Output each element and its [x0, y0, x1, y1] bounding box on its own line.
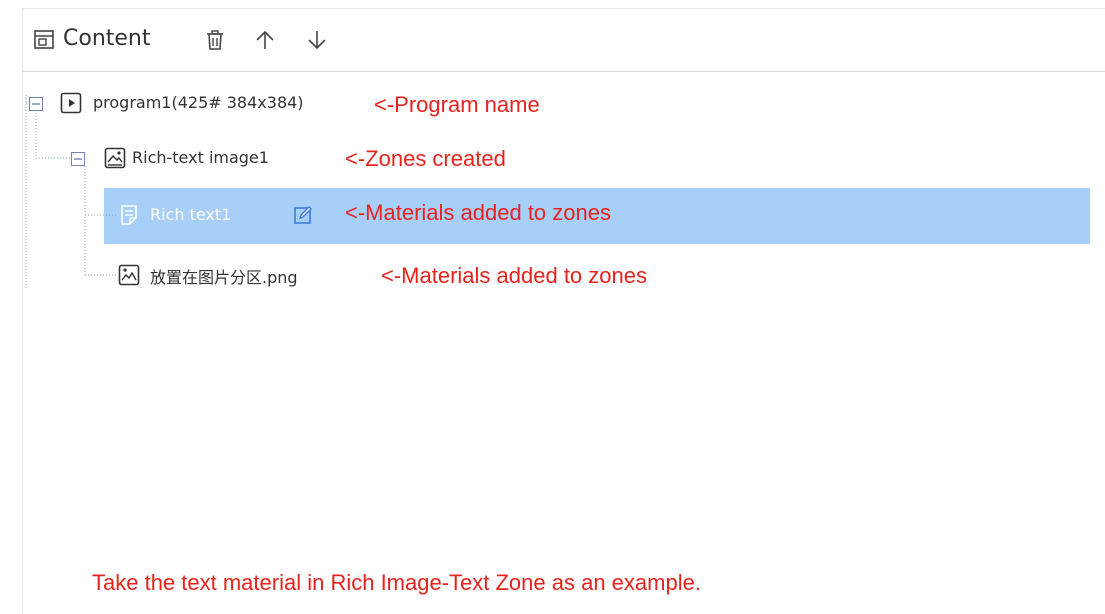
annotation-zones-created: <-Zones created: [345, 146, 506, 171]
tree-node-zone[interactable]: Rich-text image1: [132, 148, 269, 167]
tree-node-program[interactable]: program1(425# 384x384): [93, 93, 304, 112]
image-file-icon: [118, 264, 140, 286]
collapse-toggle-icon[interactable]: [29, 96, 43, 111]
annotation-materials-added: <-Materials added to zones: [345, 200, 611, 225]
edit-icon[interactable]: [292, 204, 314, 226]
rich-image-zone-icon: [104, 147, 126, 169]
collapse-toggle-icon[interactable]: [71, 151, 85, 166]
tree-node-image-file[interactable]: 放置在图片分区.png: [150, 264, 298, 288]
footer-example-note: Take the text material in Rich Image-Tex…: [92, 570, 701, 595]
rich-text-file-icon: [118, 204, 140, 226]
annotation-materials-added: <-Materials added to zones: [381, 263, 647, 288]
tree-node-rich-text[interactable]: Rich text1: [150, 205, 231, 224]
program-play-icon: [60, 92, 82, 114]
annotation-program-name: <-Program name: [374, 92, 540, 117]
